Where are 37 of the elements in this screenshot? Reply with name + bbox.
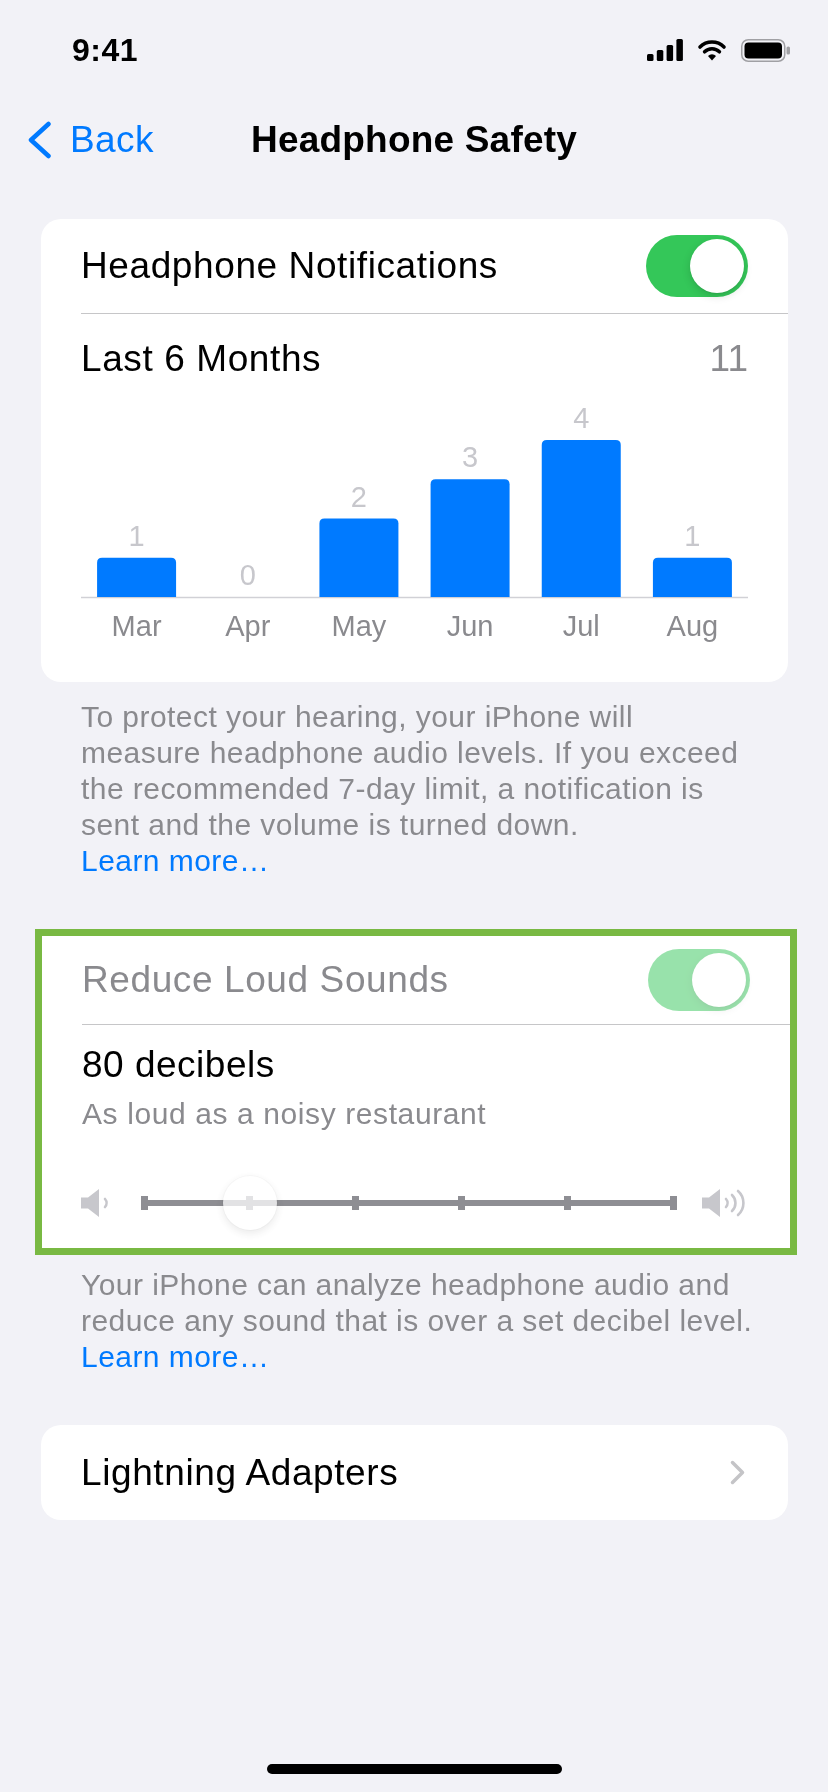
signal-icon <box>647 39 683 61</box>
slider-tick <box>352 1196 360 1210</box>
screen-title: Headphone Safety <box>251 119 577 161</box>
learn-more-link[interactable]: Learn more… <box>81 1340 270 1373</box>
month-label: May <box>331 610 387 642</box>
back-button[interactable]: Back <box>27 119 154 161</box>
slider-tick <box>140 1196 148 1210</box>
bar-value-label: 3 <box>462 441 479 474</box>
footer-text: Your iPhone can analyze headphone audio and reduce any sound that is over a set decibel level. Learn more… <box>80 1267 754 1375</box>
chevron-right-icon <box>730 1460 745 1485</box>
month-label: Jun <box>446 610 494 642</box>
total-count: 11 <box>709 338 748 380</box>
decibel-value: 80 decibels <box>81 1043 276 1087</box>
bar-value-label: 1 <box>684 519 701 552</box>
toggle-switch[interactable] <box>646 235 748 297</box>
bar-value-label: 2 <box>350 480 367 513</box>
settings-row[interactable]: Lightning Adapters <box>41 1425 788 1520</box>
month-label: Aug <box>666 610 719 642</box>
bar-value-label: 0 <box>239 559 256 591</box>
footer-text: To protect your hearing, your iPhone will measure headphone audio levels. If you exceed the recommended 7-day limit, a notification is sent and the volume is turned down. Learn more… <box>80 699 740 879</box>
slider-tick <box>563 1196 571 1210</box>
bar-value-label: 1 <box>128 519 145 552</box>
period-label: Last 6 Months <box>81 338 322 380</box>
setting-label: Headphone Notifications <box>81 245 498 287</box>
battery-icon <box>741 38 790 62</box>
decibel-description: As loud as a noisy restaurant <box>81 1096 488 1132</box>
month-label: Mar <box>111 610 162 642</box>
chevron-left-icon <box>27 121 52 159</box>
learn-more-link[interactable]: Learn more… <box>81 844 270 877</box>
bar-value-label: 4 <box>573 404 590 434</box>
status-time: 9:41 <box>72 31 139 69</box>
slider-tick <box>669 1196 677 1210</box>
month-label: Apr <box>225 610 271 642</box>
month-label: Jul <box>562 610 600 642</box>
wifi-icon <box>697 39 727 61</box>
slider-tick <box>457 1196 465 1210</box>
setting-label: Reduce Loud Sounds <box>82 959 449 1001</box>
